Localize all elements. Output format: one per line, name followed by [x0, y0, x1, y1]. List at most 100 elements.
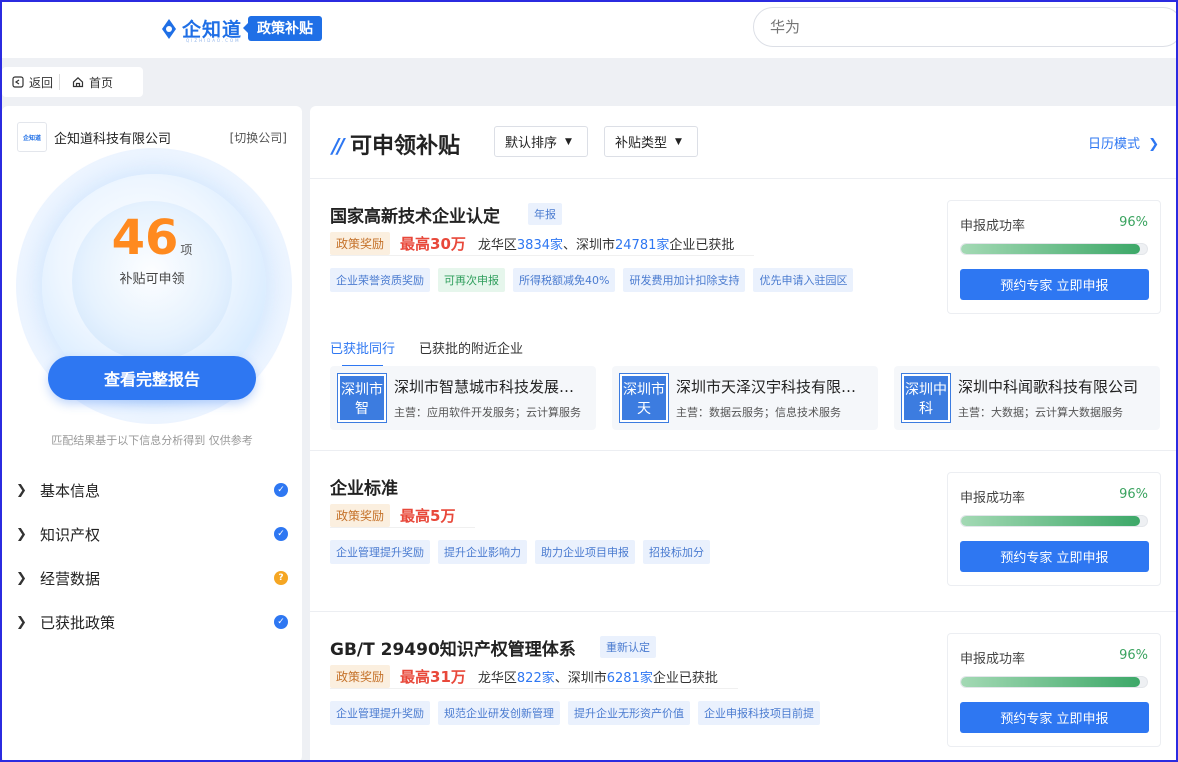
subsidy-count: 46 项: [2, 214, 302, 262]
award-tag: 政策奖励: [330, 232, 391, 255]
approved-count-text: 龙华区3834家、深圳市24781家企业已获批: [478, 234, 735, 253]
benefit-tag: 所得税额减免40%: [513, 268, 616, 292]
peer-company-logo: 深圳市智: [338, 374, 386, 422]
sidebar-item-label: 基本信息: [40, 481, 101, 500]
success-rate-value: 96%: [1119, 487, 1148, 502]
city-count-link[interactable]: 24781家: [615, 238, 669, 253]
subsidy-badge: 年报: [528, 203, 562, 225]
apply-box: 申报成功率 96% 预约专家 立即申报: [947, 472, 1161, 586]
success-rate-bar-fill: [961, 516, 1140, 526]
city-count-link[interactable]: 6281家: [607, 671, 653, 686]
success-rate-bar: [960, 243, 1148, 255]
check-circle-icon: ✓: [274, 483, 288, 497]
switch-company-link[interactable]: [切换公司]: [230, 129, 287, 146]
desc-mid: 、深圳市: [563, 238, 616, 253]
tab-approved-peers[interactable]: 已获批同行: [330, 338, 395, 367]
chevron-right-icon: ❯: [1144, 137, 1160, 152]
benefit-tag: 招投标加分: [643, 540, 710, 564]
approved-count-text: 龙华区822家、深圳市6281家企业已获批: [478, 667, 718, 686]
type-dropdown-label: 补贴类型: [615, 136, 668, 151]
sidebar-item-label: 经营数据: [40, 569, 101, 588]
district-count-link[interactable]: 822家: [517, 671, 555, 686]
home-button[interactable]: 首页: [59, 74, 119, 90]
subsidy-count-label: 补贴可申领: [119, 272, 185, 287]
award-max: 最高31万: [400, 668, 466, 686]
award-max: 最高30万: [400, 235, 466, 253]
back-button[interactable]: 返回: [2, 74, 59, 90]
subsidy-badge: 重新认定: [600, 636, 656, 658]
award-row: 政策奖励 最高31万 龙华区822家、深圳市6281家企业已获批: [330, 665, 738, 689]
logo-icon: [160, 18, 178, 40]
chevron-right-icon: ❯: [16, 526, 27, 542]
apply-button[interactable]: 预约专家 立即申报: [960, 541, 1149, 572]
tab-nearby-companies[interactable]: 已获批的附近企业: [419, 338, 523, 357]
logo-subtext: QIZHIDAO.COM: [186, 38, 241, 43]
chevron-right-icon: ❯: [16, 482, 27, 498]
subsidy-card: GB/T 29490知识产权管理体系 重新认定 政策奖励 最高31万 龙华区82…: [310, 613, 1178, 762]
question-circle-icon: ?: [274, 571, 288, 585]
back-icon: [12, 76, 24, 88]
success-rate-bar: [960, 515, 1148, 527]
subsidy-title[interactable]: 国家高新技术企业认定: [330, 202, 500, 227]
peer-company-card[interactable]: 深圳中科 深圳中科闻歌科技有限公司 主营：大数据；云计算大数据服务: [894, 366, 1160, 430]
sidebar-item-basic-info[interactable]: ❯ 基本信息 ✓: [16, 468, 288, 512]
sidebar-item-operations[interactable]: ❯ 经营数据 ?: [16, 556, 288, 600]
top-header: 企知道 QIZHIDAO.COM 政策补贴: [0, 0, 1178, 58]
award-row: 政策奖励 最高5万: [330, 504, 476, 528]
calendar-mode-label: 日历模式: [1088, 137, 1141, 152]
subsidy-list-panel: // 可申领补贴 默认排序 ▼ 补贴类型 ▼ 日历模式 ❯ 国家高新技术企业认定…: [310, 106, 1178, 762]
success-rate-value: 96%: [1119, 648, 1148, 663]
type-dropdown[interactable]: 补贴类型 ▼: [604, 126, 698, 157]
caret-down-icon: ▼: [565, 136, 572, 147]
peer-company-name: 深圳中科闻歌科技有限公司: [958, 378, 1139, 396]
company-logo: 企知道: [17, 122, 47, 152]
peer-company-card[interactable]: 深圳市天 深圳市天泽汉宇科技有限公司 主营：数据云服务；信息技术服务: [612, 366, 878, 430]
breadcrumb: 返回 首页: [2, 67, 143, 97]
subsidy-count-unit: 项: [180, 243, 193, 257]
sidebar-item-ip[interactable]: ❯ 知识产权 ✓: [16, 512, 288, 556]
success-rate-label: 申报成功率: [960, 652, 1026, 667]
award-row: 政策奖励 最高30万 龙华区3834家、深圳市24781家企业已获批: [330, 232, 755, 256]
success-rate-value: 96%: [1119, 215, 1148, 230]
benefit-tags: 企业管理提升奖励 规范企业研发创新管理 提升企业无形资产价值 企业申报科技项目前…: [330, 701, 820, 725]
product-tag: 政策补贴: [243, 16, 323, 41]
back-label: 返回: [29, 75, 54, 90]
apply-button[interactable]: 预约专家 立即申报: [960, 269, 1149, 300]
brand-logo[interactable]: 企知道 QIZHIDAO.COM 政策补贴: [160, 15, 323, 43]
sort-dropdown[interactable]: 默认排序 ▼: [494, 126, 588, 157]
peer-company-logo: 深圳中科: [902, 374, 950, 422]
company-sidebar: 企知道 企知道科技有限公司 [切换公司] 46 项 补贴可申领 查看完整报告 匹配…: [2, 106, 302, 762]
search-input[interactable]: [753, 7, 1178, 47]
apply-box: 申报成功率 96% 预约专家 立即申报: [947, 200, 1161, 314]
success-rate-bar-fill: [961, 244, 1140, 254]
sidebar-item-label: 已获批政策: [40, 613, 116, 632]
home-label: 首页: [89, 75, 114, 90]
company-name: 企知道科技有限公司: [54, 131, 172, 147]
award-max: 最高5万: [400, 507, 456, 525]
benefit-tag: 研发费用加计扣除支持: [623, 268, 746, 292]
benefit-tag: 可再次申报: [438, 268, 505, 292]
subsidy-title[interactable]: GB/T 29490知识产权管理体系: [330, 635, 576, 660]
sort-dropdown-label: 默认排序: [505, 136, 558, 151]
success-rate-label: 申报成功率: [960, 491, 1026, 506]
subsidy-card: 企业标准 政策奖励 最高5万 企业管理提升奖励 提升企业影响力 助力企业项目申报…: [310, 452, 1178, 612]
success-rate-label: 申报成功率: [960, 219, 1026, 234]
benefit-tag: 提升企业影响力: [438, 540, 527, 564]
award-tag: 政策奖励: [330, 504, 391, 527]
benefit-tag: 提升企业无形资产价值: [568, 701, 690, 725]
peer-company-card[interactable]: 深圳市智 深圳市智慧城市科技发展集团有限公司 主营：应用软件开发服务；云计算服务: [330, 366, 596, 430]
calendar-mode-link[interactable]: 日历模式 ❯: [1088, 133, 1159, 152]
check-circle-icon: ✓: [274, 527, 288, 541]
apply-button[interactable]: 预约专家 立即申报: [960, 702, 1149, 733]
success-rate-bar-fill: [961, 677, 1140, 687]
district-count-link[interactable]: 3834家: [517, 238, 563, 253]
view-full-report-button[interactable]: 查看完整报告: [48, 356, 256, 400]
desc-prefix: 龙华区: [477, 671, 517, 686]
sidebar-item-approved-policies[interactable]: ❯ 已获批政策 ✓: [16, 600, 288, 644]
peer-company-list: 深圳市智 深圳市智慧城市科技发展集团有限公司 主营：应用软件开发服务；云计算服务…: [330, 366, 1160, 430]
success-rate-bar: [960, 676, 1148, 688]
sidebar-item-label: 知识产权: [40, 525, 101, 544]
subsidy-title[interactable]: 企业标准: [330, 474, 398, 499]
peer-tabs: 已获批同行 已获批的附近企业: [330, 338, 523, 367]
panel-header: // 可申领补贴 默认排序 ▼ 补贴类型 ▼ 日历模式 ❯: [310, 106, 1178, 179]
